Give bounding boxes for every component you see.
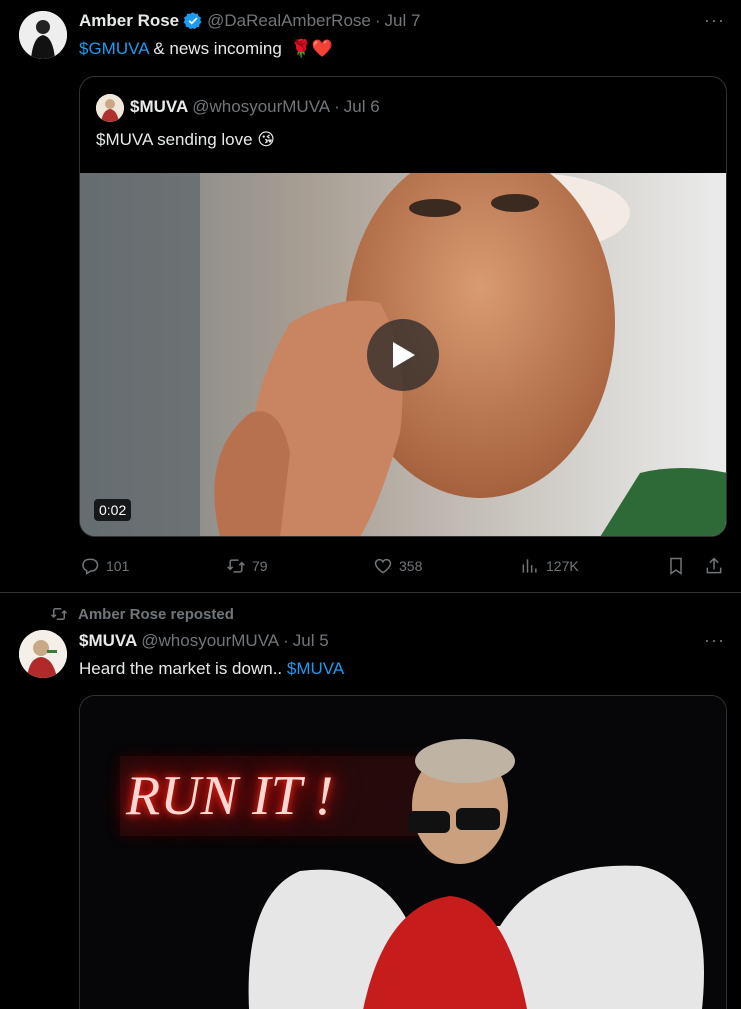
play-icon (393, 342, 415, 368)
repost-icon (50, 608, 68, 620)
like-count: 358 (399, 558, 423, 574)
quote-author-handle: @whosyourMUVA (192, 97, 331, 116)
like-button[interactable]: 358 (373, 556, 422, 576)
views-button[interactable]: 127K (520, 556, 579, 576)
more-options-icon[interactable]: ··· (704, 630, 725, 651)
reply-count: 101 (106, 558, 130, 574)
author-handle[interactable]: @whosyourMUVA (141, 631, 279, 651)
cashtag-link[interactable]: $GMUVA (79, 39, 149, 58)
emoji-rose-heart: 🌹❤️ (290, 39, 333, 58)
bookmark-button[interactable] (666, 556, 686, 576)
quoted-tweet-card[interactable]: $MUVA @whosyourMUVA · Jul 6 $MUVA sendin… (79, 76, 727, 537)
tweet-media[interactable]: RUN IT ! (79, 695, 727, 1009)
tweet-date[interactable]: Jul 7 (385, 11, 421, 31)
tweet-text-body: & news incoming (148, 39, 282, 58)
tweet-amber-rose[interactable]: Amber Rose @DaRealAmberRose · Jul 7 ··· … (0, 0, 741, 592)
tweet-muva-repost[interactable]: Amber Rose reposted $MUVA @whosyourMUVA … (0, 593, 741, 1009)
author-name[interactable]: Amber Rose (79, 11, 179, 31)
tweet-date[interactable]: Jul 5 (293, 631, 329, 651)
bookmark-icon (670, 557, 682, 575)
reply-button[interactable]: 101 (80, 556, 129, 576)
cashtag-link[interactable]: $MUVA (287, 659, 344, 678)
quote-separator-dot: · (334, 97, 340, 116)
tweet-text: Heard the market is down.. $MUVA (79, 658, 344, 680)
quote-author-name: $MUVA (130, 97, 189, 116)
quote-date: Jul 6 (343, 97, 380, 116)
tweet-text: $GMUVA & news incoming 🌹❤️ (79, 38, 333, 60)
author-handle[interactable]: @DaRealAmberRose (207, 11, 371, 31)
separator-dot: · (374, 11, 381, 30)
reposted-by-label[interactable]: Amber Rose reposted (78, 606, 234, 623)
avatar[interactable] (19, 630, 67, 678)
separator-dot: · (283, 631, 289, 650)
media-overlay-text: RUN IT ! (126, 765, 334, 827)
views-count: 127K (546, 558, 579, 574)
repost-count: 79 (252, 558, 268, 574)
video-duration: 0:02 (94, 499, 132, 521)
tweet-text-body: Heard the market is down.. (79, 659, 287, 678)
avatar[interactable] (19, 11, 67, 59)
verified-icon (183, 11, 203, 31)
action-bar: 101 79 358 127K (0, 554, 741, 578)
quote-video[interactable]: 0:02 (80, 173, 726, 536)
author-name[interactable]: $MUVA (79, 631, 137, 651)
share-icon (706, 557, 722, 574)
quote-text: $MUVA sending love 😘 (96, 130, 275, 149)
quote-avatar (96, 94, 124, 122)
repost-button[interactable]: 79 (226, 556, 268, 576)
heart-icon (374, 558, 392, 574)
media-image (80, 696, 726, 1009)
share-button[interactable] (704, 556, 724, 576)
play-button[interactable] (367, 319, 439, 391)
analytics-icon (522, 559, 537, 573)
reply-icon (82, 558, 99, 575)
more-options-icon[interactable]: ··· (704, 10, 725, 31)
repost-icon (227, 559, 245, 573)
